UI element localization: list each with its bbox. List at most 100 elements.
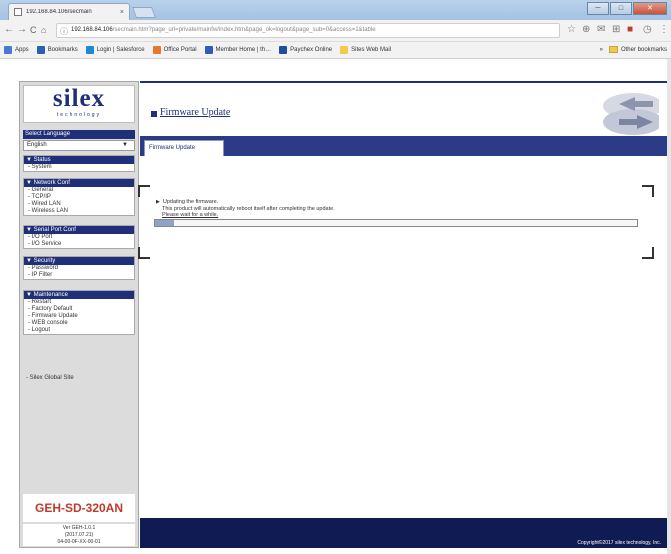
menu-item-factory-default[interactable]: - Factory Default [24, 306, 134, 313]
menu-item-password[interactable]: - Password [24, 265, 134, 272]
url-path: /secmain.htm?page_url=private/mainfw/ind… [112, 27, 376, 33]
bookmark-label: Bookmarks [47, 47, 78, 53]
language-select[interactable]: English ▼ [23, 140, 135, 151]
bookmark-web-mail[interactable]: Sites Web Mail [340, 46, 391, 54]
menu-section-status: ▼ Status - System [23, 155, 135, 172]
folder-icon [608, 46, 618, 53]
bookmark-apps[interactable]: Apps [4, 46, 29, 54]
message-line: Updating the firmware. [162, 199, 219, 205]
menu-item-ip-filter[interactable]: - IP Filter [24, 272, 134, 279]
bookmark-label: Office Portal [163, 47, 197, 53]
tab-title: 192.168.84.106/secmain [26, 9, 92, 15]
menu-item-system[interactable]: - System [24, 164, 134, 171]
menu-header[interactable]: ▼ Network Conf [24, 179, 134, 187]
page-footer: Copyright©2017 silex technology, Inc. [140, 518, 667, 548]
bookmark-label: Apps [15, 47, 29, 53]
silex-global-site-link[interactable]: - Silex Global Site [26, 375, 74, 381]
maximize-button[interactable]: □ [610, 2, 632, 15]
menu-item-logout[interactable]: - Logout [24, 327, 134, 334]
menu-item-restart[interactable]: - Restart [24, 299, 134, 306]
menu-item-firmware-update[interactable]: - Firmware Update [24, 313, 134, 320]
bookmark-bookmarks[interactable]: Bookmarks [36, 46, 78, 54]
apps-grid-icon [4, 46, 12, 54]
version-line: Ver GEH-1.0.1 [62, 525, 96, 531]
extension-icon-3[interactable]: ⊞ [612, 24, 620, 35]
back-arrow-icon[interactable]: ← [4, 24, 14, 35]
cloud-icon [85, 46, 94, 54]
menu-item-wired-lan[interactable]: - Wired LAN [24, 201, 134, 208]
update-status-box: ▶ Updating the firmware. This product wil… [138, 185, 654, 259]
chevron-down-icon: ▼ [122, 142, 128, 148]
menu-item-web-console[interactable]: - WEB console [24, 320, 134, 327]
version-line: 04-00-0F-XX-00-01 [57, 539, 101, 545]
minimize-button[interactable]: ─ [587, 2, 609, 15]
update-message: ▶ Updating the firmware. This product wil… [156, 199, 335, 219]
menu-item-tcpip[interactable]: - TCP/IP [24, 194, 134, 201]
tab-firmware-update[interactable]: Firmware Update [144, 140, 224, 156]
bookmark-label: Sites Web Mail [351, 47, 392, 53]
office-icon [152, 46, 161, 54]
bookmark-salesforce[interactable]: Login | Salesforce [85, 46, 145, 54]
page-scrollbar[interactable] [667, 59, 671, 554]
site-info-icon[interactable]: ⓘ [60, 25, 68, 37]
star-bookmark-icon[interactable]: ☆ [567, 24, 576, 35]
menu-item-wireless-lan[interactable]: - Wireless LAN [24, 208, 134, 215]
other-bookmarks[interactable]: » Other bookmarks [600, 46, 667, 53]
new-tab-button[interactable] [131, 7, 157, 18]
language-value: English [27, 142, 47, 148]
bookmark-label: Member Home | th… [215, 47, 272, 53]
title-bullet-icon [151, 111, 157, 117]
menu-item-io-port[interactable]: - I/O Port [24, 234, 134, 241]
extension-icon-2[interactable]: ✉ [597, 24, 605, 35]
menu-section-maintenance: ▼ Maintenance - Restart - Factory Defaul… [23, 290, 135, 335]
folder-icon [340, 46, 349, 54]
bookmark-label: Login | Salesforce [96, 47, 145, 53]
logo-subtext: technology [56, 112, 102, 118]
menu-item-io-service[interactable]: - I/O Service [24, 241, 134, 248]
cloud-icon [204, 46, 213, 54]
menu-section-serial: ▼ Serial Port Conf - I/O Port - I/O Serv… [23, 225, 135, 249]
main-content: Firmware Update Firmware Update ▶ Updatin… [138, 81, 667, 548]
page-viewport: silex technology Select Language English… [0, 59, 671, 554]
reload-icon[interactable]: C [30, 25, 37, 35]
bookmark-paychex[interactable]: Paychex Online [279, 46, 332, 54]
home-icon[interactable]: ⌂ [41, 25, 46, 35]
logo-text: silex [52, 85, 106, 112]
address-toolbar: ← → C ⌂ ⓘ 192.168.84.106/secmain.htm?pag… [0, 20, 671, 42]
bookmark-member-home[interactable]: Member Home | th… [204, 46, 272, 54]
frame-corner [642, 185, 654, 197]
url-host: 192.168.84.106 [71, 27, 113, 33]
bookmarks-more-icon[interactable]: » [600, 47, 603, 53]
forward-arrow-icon[interactable]: → [17, 24, 27, 35]
menu-header[interactable]: ▼ Security [24, 257, 134, 265]
menu-section-security: ▼ Security - Password - IP Filter [23, 256, 135, 280]
close-window-button[interactable]: ✕ [633, 2, 667, 15]
menu-header[interactable]: ▼ Serial Port Conf [24, 226, 134, 234]
frame-corner [642, 247, 654, 259]
page-favicon-icon [14, 8, 22, 16]
menu-header[interactable]: ▼ Maintenance [24, 291, 134, 299]
bookmark-office-portal[interactable]: Office Portal [152, 46, 197, 54]
tab-bar: Firmware Update [140, 136, 667, 156]
menu-item-general[interactable]: - General [24, 187, 134, 194]
other-bookmarks-label: Other bookmarks [620, 46, 667, 53]
page-header: Firmware Update [140, 81, 667, 136]
message-line: Please wait for a while. [162, 212, 219, 218]
version-line: (2017.07.21) [64, 532, 94, 538]
copyright-text: Copyright©2017 silex technology, Inc. [577, 540, 661, 546]
menu-section-network: ▼ Network Conf - General - TCP/IP - Wire… [23, 178, 135, 216]
extension-icon[interactable]: ⊕ [582, 24, 590, 35]
tab-close-icon[interactable]: × [120, 9, 124, 16]
arrows-decoration-icon [567, 90, 659, 136]
model-name: GEH-SD-320AN [23, 494, 135, 522]
star-icon [36, 46, 45, 54]
browser-tab[interactable]: 192.168.84.106/secmain × [8, 3, 130, 20]
extension-icon-5[interactable]: ◷ [643, 24, 652, 35]
silex-logo: silex technology [23, 85, 135, 123]
extension-icon-4[interactable]: ■ [627, 24, 633, 35]
menu-header[interactable]: ▼ Status [24, 156, 134, 164]
url-input[interactable]: ⓘ 192.168.84.106/secmain.htm?page_url=pr… [56, 23, 560, 38]
menu-icon[interactable]: ⋮ [659, 24, 669, 35]
frame-corner [138, 247, 150, 259]
sidebar: silex technology Select Language English… [19, 81, 139, 548]
